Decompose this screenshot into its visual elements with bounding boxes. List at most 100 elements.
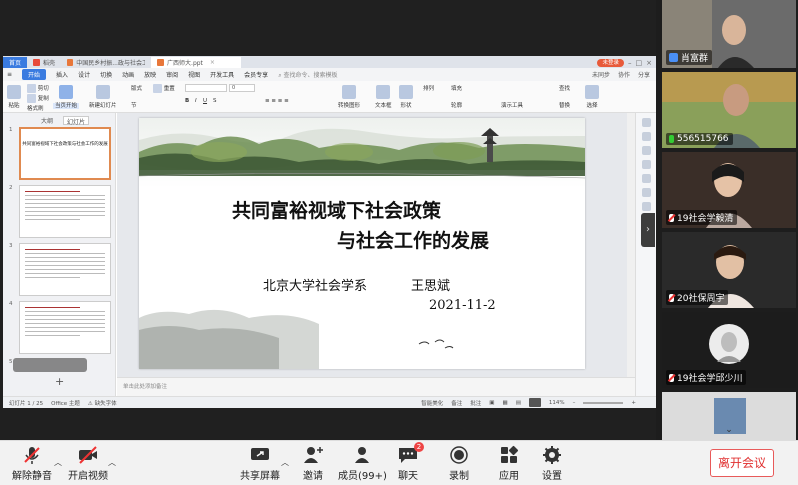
slide-title-line-2[interactable]: 与社会工作的发展 bbox=[139, 226, 585, 253]
apps-button[interactable]: 应用 bbox=[498, 445, 520, 482]
new-slide-button[interactable]: 新建幻灯片 bbox=[89, 85, 117, 109]
animation-icon[interactable] bbox=[641, 146, 651, 155]
share-options-chevron-icon[interactable]: ︿ bbox=[281, 457, 289, 468]
slide-date[interactable]: 2021-11-2 bbox=[429, 298, 496, 313]
zoom-out-icon[interactable]: – bbox=[573, 400, 576, 406]
convert-smartart-button[interactable]: 转换图形 bbox=[338, 85, 360, 109]
participant-tile-2[interactable]: 556515766 bbox=[662, 72, 796, 148]
menu-view[interactable]: 视图 bbox=[188, 70, 200, 79]
vertical-scrollbar[interactable] bbox=[627, 113, 635, 377]
participant-tile-5[interactable]: 19社会学邱少川 bbox=[662, 312, 796, 388]
tab-home[interactable]: 首页 bbox=[3, 57, 28, 68]
notes-toggle[interactable]: 备注 bbox=[451, 399, 462, 407]
fill-button[interactable]: 填充 bbox=[451, 84, 462, 92]
menu-design[interactable]: 设计 bbox=[78, 70, 90, 79]
menu-animation[interactable]: 动画 bbox=[122, 70, 134, 79]
sync-status[interactable]: 未同步 bbox=[592, 70, 610, 79]
participant-tile-1[interactable]: 肖富群 bbox=[662, 0, 796, 68]
tab-outline[interactable]: 大纲 bbox=[41, 116, 53, 125]
unmute-button[interactable]: 解除静音 bbox=[12, 445, 52, 482]
underline-button[interactable]: U bbox=[203, 98, 207, 104]
slide-thumbnail-1[interactable]: 共同富裕视域下社会政策与社会工作的发展 bbox=[19, 127, 111, 180]
share-button[interactable]: 分享 bbox=[638, 70, 650, 79]
chat-button[interactable]: 2 聊天 bbox=[397, 442, 424, 482]
audio-options-chevron-icon[interactable]: ︿ bbox=[54, 457, 62, 468]
maximize-icon[interactable]: □ bbox=[636, 59, 643, 67]
notes-area[interactable]: 单击此处添加备注 bbox=[117, 377, 635, 396]
font-size-select[interactable]: 0 bbox=[229, 84, 255, 92]
invite-button[interactable]: 邀请 bbox=[302, 445, 324, 482]
collaborate-button[interactable]: 协作 bbox=[618, 70, 630, 79]
close-tab-icon[interactable]: × bbox=[210, 59, 215, 66]
slide-author-affiliation[interactable]: 北京大学社会学系 bbox=[263, 275, 367, 294]
settings-button[interactable]: 设置 bbox=[541, 445, 563, 482]
slide-thumbnail-3[interactable] bbox=[19, 243, 111, 296]
slideshow-play-icon[interactable] bbox=[528, 398, 541, 407]
members-button[interactable]: 成员(99+) bbox=[338, 445, 387, 482]
menu-start[interactable]: 开始 bbox=[22, 69, 47, 80]
current-slide[interactable]: 共同富裕视域下社会政策 与社会工作的发展 北京大学社会学系 王思斌 2021-1… bbox=[139, 118, 585, 369]
copy-button[interactable]: 复制 bbox=[27, 94, 49, 103]
menu-review[interactable]: 审阅 bbox=[166, 70, 178, 79]
slide-title-line-1[interactable]: 共同富裕视域下社会政策 bbox=[139, 196, 585, 223]
slide-thumbnail-4[interactable] bbox=[19, 301, 111, 354]
menu-insert[interactable]: 插入 bbox=[56, 70, 68, 79]
menu-transition[interactable]: 切换 bbox=[100, 70, 112, 79]
floating-overlay[interactable] bbox=[13, 358, 87, 372]
record-button[interactable]: 录制 bbox=[448, 445, 470, 482]
minimize-icon[interactable]: – bbox=[628, 59, 632, 67]
cut-button[interactable]: 剪切 bbox=[27, 84, 49, 93]
from-current-button[interactable]: 当页开始 bbox=[53, 85, 80, 109]
presentation-tool-button[interactable]: 演示工具 bbox=[501, 101, 523, 109]
participant-tile-3[interactable]: 19社会学毅清 bbox=[662, 152, 796, 228]
textbox-button[interactable]: 文本框 bbox=[375, 85, 392, 109]
strikethrough-button[interactable]: S bbox=[213, 98, 217, 104]
missing-font-button[interactable]: ⚠ 缺失字体 bbox=[88, 399, 117, 407]
format-painter-button[interactable]: 格式刷 bbox=[27, 104, 44, 112]
outline-button[interactable]: 轮廓 bbox=[451, 101, 462, 109]
menu-member[interactable]: 会员专享 bbox=[244, 70, 268, 79]
image-icon[interactable] bbox=[641, 160, 651, 169]
comments-toggle[interactable]: 批注 bbox=[470, 399, 481, 407]
zoom-level[interactable]: 114% bbox=[549, 400, 565, 406]
tab-document-2[interactable]: 广西师大.ppt × bbox=[151, 57, 242, 68]
design-icon[interactable] bbox=[641, 132, 651, 141]
participant-tile-4[interactable]: 20社保周宇 bbox=[662, 232, 796, 308]
add-slide-icon[interactable]: + bbox=[55, 375, 64, 388]
collapse-panel-chevron-icon[interactable]: › bbox=[641, 213, 655, 247]
shape-button[interactable]: 形状 bbox=[399, 85, 413, 109]
settings-icon[interactable] bbox=[641, 202, 651, 211]
tab-document-1[interactable]: 中国民乡村振...政与社会工作 bbox=[61, 57, 151, 68]
normal-view-icon[interactable]: ▣ bbox=[489, 400, 494, 406]
share-icon[interactable] bbox=[641, 188, 651, 197]
italic-button[interactable]: I bbox=[195, 98, 197, 104]
replace-button[interactable]: 替换 bbox=[559, 101, 570, 109]
tab-slides[interactable]: 幻灯片 bbox=[63, 116, 90, 126]
bold-button[interactable]: B bbox=[185, 98, 189, 104]
command-search[interactable]: ⌕ 查找命令、搜索模板 bbox=[278, 70, 337, 80]
object-properties-icon[interactable] bbox=[641, 118, 651, 127]
file-menu-icon[interactable]: ≡ bbox=[7, 71, 12, 78]
share-screen-button[interactable]: 共享屏幕 bbox=[240, 445, 280, 482]
menu-slideshow[interactable]: 放映 bbox=[144, 70, 156, 79]
arrange-button[interactable]: 排列 bbox=[423, 84, 434, 92]
zoom-in-icon[interactable]: + bbox=[631, 400, 636, 406]
select-button[interactable]: 选择 bbox=[585, 85, 599, 109]
slide-author-name[interactable]: 王思斌 bbox=[411, 275, 450, 294]
login-button[interactable]: 未登录 bbox=[597, 58, 624, 67]
reading-view-icon[interactable]: ▤ bbox=[516, 400, 521, 406]
video-options-chevron-icon[interactable]: ︿ bbox=[108, 457, 116, 468]
font-name-select[interactable] bbox=[185, 84, 227, 92]
tab-docer[interactable]: 稻壳 bbox=[27, 57, 61, 68]
smart-beautify-button[interactable]: 智能美化 bbox=[421, 399, 443, 407]
paragraph-tools[interactable]: ≡ ≡ ≡ ≡ bbox=[265, 98, 289, 104]
start-video-button[interactable]: 开启视频 bbox=[68, 445, 108, 482]
chart-icon[interactable] bbox=[641, 174, 651, 183]
find-button[interactable]: 查找 bbox=[559, 84, 570, 92]
paste-button[interactable]: 粘贴 bbox=[7, 85, 21, 109]
section-button[interactable]: 节 bbox=[131, 101, 137, 109]
sorter-view-icon[interactable]: ▦ bbox=[503, 400, 508, 406]
close-icon[interactable]: × bbox=[646, 59, 652, 67]
leave-meeting-button[interactable]: 离开会议 bbox=[710, 449, 774, 477]
participant-tile-6[interactable]: ⌄ bbox=[662, 392, 796, 440]
